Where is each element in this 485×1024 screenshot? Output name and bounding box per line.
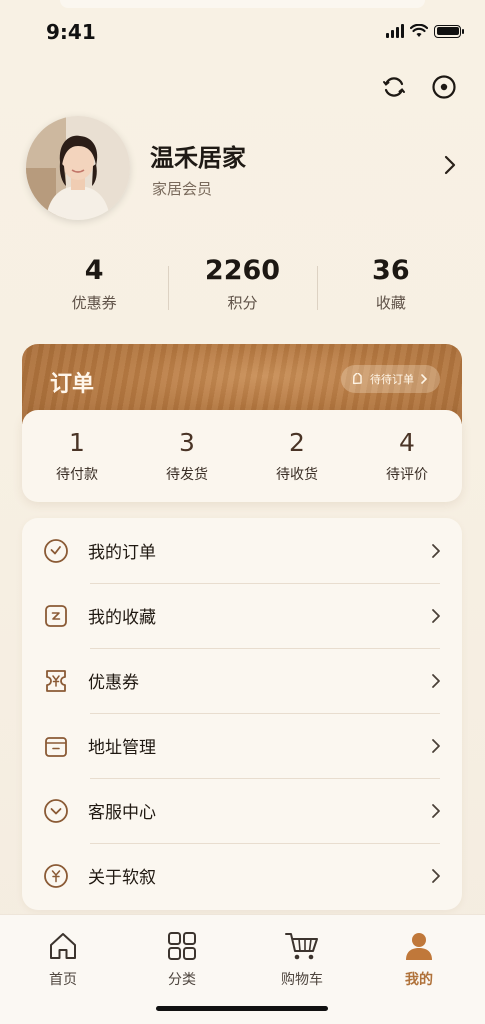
tab-label: 首页 xyxy=(49,972,77,988)
tab-cart[interactable]: 购物车 xyxy=(262,929,342,989)
orders-title: 订单 xyxy=(50,372,95,397)
stats-row: 4 优惠券 2260 积分 36 收藏 xyxy=(20,254,465,324)
tab-label: 分类 xyxy=(168,972,196,988)
target-icon xyxy=(432,75,456,99)
status-icons xyxy=(386,24,464,38)
stat-value: 2260 xyxy=(204,255,281,286)
stat-label: 积分 xyxy=(227,294,258,312)
order-status-to-ship[interactable]: 3 待发货 xyxy=(132,410,242,502)
home-indicator xyxy=(156,1006,328,1011)
stat-value: 36 xyxy=(372,255,410,286)
refresh-icon xyxy=(383,77,405,97)
stat-points[interactable]: 2260 积分 xyxy=(168,254,316,324)
chevron-right-icon xyxy=(432,738,440,753)
order-status-to-review[interactable]: 4 待评价 xyxy=(352,410,462,502)
profile-icon xyxy=(406,933,432,960)
avatar[interactable] xyxy=(26,116,130,220)
chevron-right-icon xyxy=(432,543,440,558)
home-icon xyxy=(50,933,76,959)
top-actions xyxy=(379,72,459,102)
menu-item-my-favorites[interactable]: 我的收藏 xyxy=(22,583,462,648)
order-status-to-receive[interactable]: 2 待收货 xyxy=(242,410,352,502)
tab-category[interactable]: 分类 xyxy=(142,929,222,989)
chevron-right-icon xyxy=(432,803,440,818)
menu-label: 关于软叙 xyxy=(88,868,156,888)
username: 温禾居家 xyxy=(150,144,246,172)
stat-favorites[interactable]: 36 收藏 xyxy=(316,254,465,324)
chevron-right-icon xyxy=(432,868,440,883)
menu-list: 我的订单 我的收藏 优惠券 地址管理 客服中心 关于软叙 xyxy=(22,518,462,910)
avatar-image xyxy=(26,116,130,220)
status-time: 9:41 xyxy=(46,20,96,44)
menu-label: 我的收藏 xyxy=(88,608,156,628)
chevron-right-icon xyxy=(444,155,456,175)
pending-orders-label: 待待订单 xyxy=(370,373,414,386)
favorites-icon xyxy=(45,604,67,627)
battery-icon xyxy=(434,24,464,38)
stat-coupons[interactable]: 4 优惠券 xyxy=(20,254,168,324)
menu-item-about[interactable]: 关于软叙 xyxy=(22,843,462,908)
menu-item-my-orders[interactable]: 我的订单 xyxy=(22,518,462,583)
status-bar: 9:41 xyxy=(0,0,485,60)
about-icon xyxy=(44,863,68,888)
order-count: 2 xyxy=(289,428,305,457)
order-status-unpaid[interactable]: 1 待付款 xyxy=(22,410,132,502)
order-count: 1 xyxy=(69,428,85,457)
member-level: 家居会员 xyxy=(152,180,213,198)
menu-label: 优惠券 xyxy=(88,673,139,693)
cart-icon xyxy=(285,933,318,960)
menu-label: 地址管理 xyxy=(88,738,156,758)
tag-icon xyxy=(352,372,362,384)
order-count: 3 xyxy=(179,428,195,457)
coupon-icon xyxy=(46,669,66,692)
stat-label: 优惠券 xyxy=(71,294,117,312)
order-count: 4 xyxy=(399,428,415,457)
profile-arrow-button[interactable] xyxy=(443,154,457,180)
category-icon xyxy=(168,932,196,960)
orders-card: 订单 待待订单 1 待付款 3 待发货 2 待收货 4 待评价 xyxy=(22,344,462,502)
order-label: 待收货 xyxy=(276,467,318,483)
refresh-button[interactable] xyxy=(379,72,409,102)
order-label: 待发货 xyxy=(166,467,208,483)
menu-item-customer-service[interactable]: 客服中心 xyxy=(22,778,462,843)
orders-status-row: 1 待付款 3 待发货 2 待收货 4 待评价 xyxy=(22,410,462,502)
menu-item-coupons[interactable]: 优惠券 xyxy=(22,648,462,713)
menu-label: 我的订单 xyxy=(88,543,156,563)
tab-home[interactable]: 首页 xyxy=(23,929,103,989)
order-label: 待付款 xyxy=(56,467,98,483)
stat-value: 4 xyxy=(84,255,104,286)
stat-label: 收藏 xyxy=(375,294,406,312)
tab-label: 购物车 xyxy=(281,972,323,988)
signal-icon xyxy=(386,24,404,38)
menu-item-address[interactable]: 地址管理 xyxy=(22,713,462,778)
wifi-icon xyxy=(410,24,428,37)
chevron-right-icon xyxy=(421,374,428,384)
menu-label: 客服中心 xyxy=(88,803,156,823)
settings-button[interactable] xyxy=(429,72,459,102)
address-icon xyxy=(45,736,67,757)
order-label: 待评价 xyxy=(386,467,428,483)
order-icon xyxy=(44,538,68,563)
chevron-right-icon xyxy=(432,673,440,688)
tab-label: 我的 xyxy=(405,972,433,988)
pending-orders-button[interactable]: 待待订单 xyxy=(341,365,440,393)
service-icon xyxy=(44,798,68,823)
tab-profile[interactable]: 我的 xyxy=(379,929,459,989)
chevron-right-icon xyxy=(432,608,440,623)
